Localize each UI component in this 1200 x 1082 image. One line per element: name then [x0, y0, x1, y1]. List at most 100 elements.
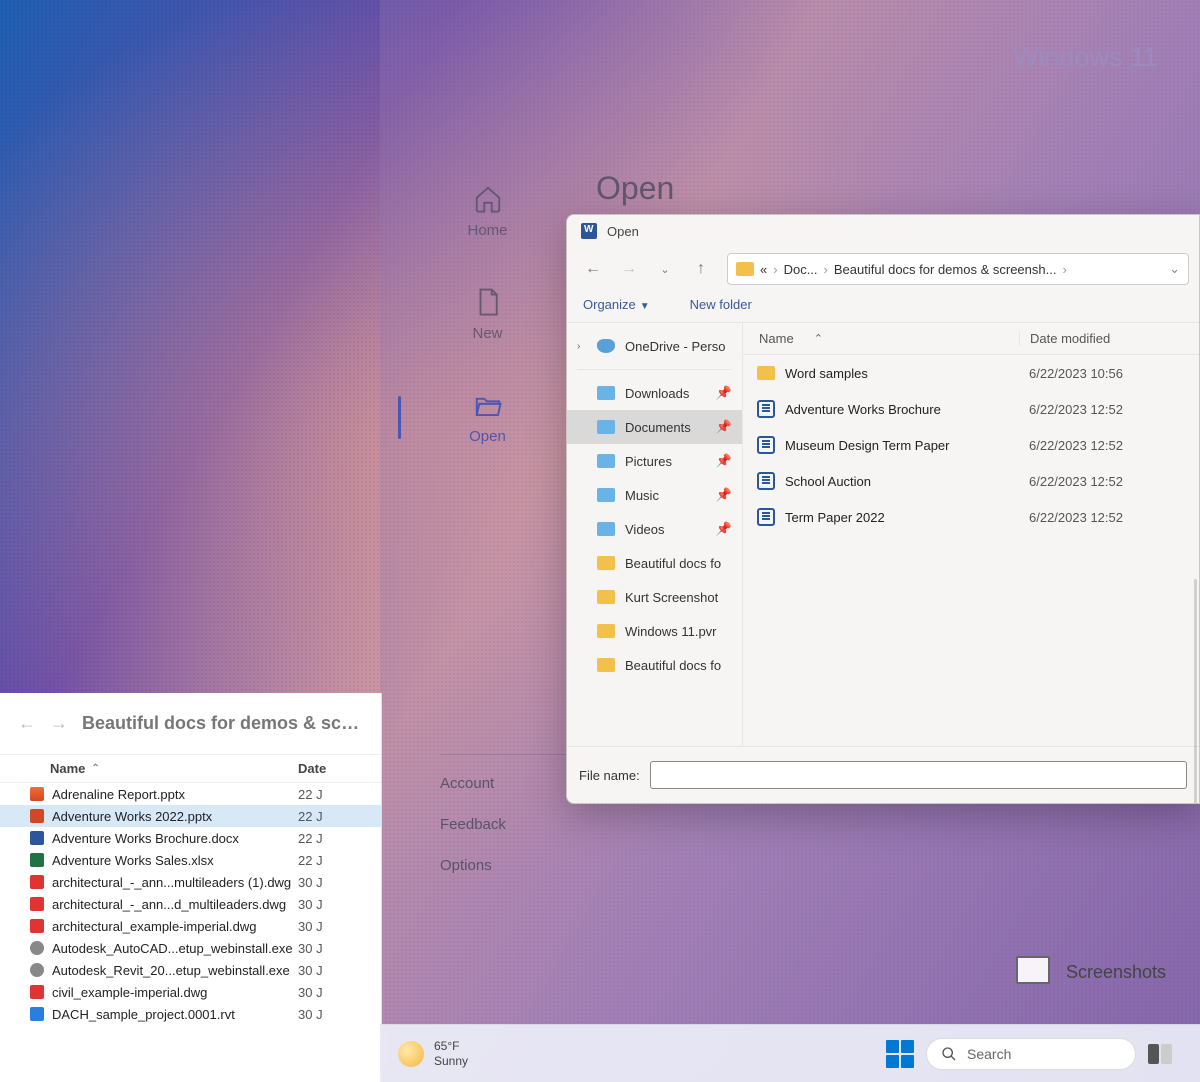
nav-up-button[interactable]: ↑: [685, 254, 717, 284]
file-row[interactable]: Adventure Works Brochure6/22/2023 12:52: [743, 391, 1199, 427]
file-row[interactable]: Autodesk_Revit_20...etup_webinstall.exe3…: [0, 959, 381, 981]
nav-forward-button[interactable]: →: [50, 713, 68, 734]
file-row[interactable]: Word samples6/22/2023 10:56: [743, 355, 1199, 391]
sidebar-folder-2[interactable]: Kurt Screenshot: [567, 580, 742, 614]
col-date[interactable]: Date modified: [1019, 331, 1199, 346]
nav-back-button[interactable]: ←: [18, 713, 36, 734]
file-row[interactable]: DACH_sample_project.0001.rvt 30 J: [0, 1003, 381, 1025]
pin-icon[interactable]: 📌: [716, 487, 732, 503]
sidebar-folder-1[interactable]: Beautiful docs fo: [567, 546, 742, 580]
file-name: architectural_example-imperial.dwg: [52, 919, 256, 934]
page-title: Open: [596, 170, 1200, 207]
file-date: 30 J: [292, 919, 381, 934]
nav-recent-button[interactable]: ⌄: [649, 254, 681, 284]
col-name[interactable]: Name: [50, 761, 85, 776]
nav-open[interactable]: Open: [410, 366, 565, 469]
nav-account[interactable]: Account: [440, 775, 570, 792]
file-date: 30 J: [292, 1007, 381, 1022]
file-date: 30 J: [292, 897, 381, 912]
folder-icon: [597, 658, 615, 672]
word-backstage-sidebar: Home New Open Account Feedback Options: [410, 160, 565, 1024]
chevron-right-icon: ›: [1062, 262, 1066, 277]
dialog-sidebar: › OneDrive - Perso Downloads 📌 Documents…: [567, 323, 743, 746]
documents-icon: [597, 420, 615, 434]
file-row[interactable]: Autodesk_AutoCAD...etup_webinstall.exe30…: [0, 937, 381, 959]
file-name: DACH_sample_project.0001.rvt: [52, 1007, 235, 1022]
bc-seg-1[interactable]: Doc...: [784, 262, 818, 277]
col-date[interactable]: Date: [292, 755, 381, 782]
sort-asc-icon[interactable]: ⌃: [91, 763, 99, 774]
sidebar-documents[interactable]: Documents 📌: [567, 410, 742, 444]
pptx2-icon: [30, 787, 44, 801]
file-name-input[interactable]: [650, 761, 1187, 789]
dwg-icon: [30, 875, 44, 889]
videos-icon: [597, 522, 615, 536]
file-name: civil_example-imperial.dwg: [52, 985, 207, 1000]
sidebar-folder-3[interactable]: Windows 11.pvr: [567, 614, 742, 648]
file-row[interactable]: Term Paper 20226/22/2023 12:52: [743, 499, 1199, 535]
sidebar-folder-4[interactable]: Beautiful docs fo: [567, 648, 742, 682]
chevron-down-icon[interactable]: ⌄: [1169, 261, 1180, 277]
task-view-button[interactable]: [1148, 1044, 1172, 1064]
file-name: architectural_-_ann...multileaders (1).d…: [52, 875, 291, 890]
file-row[interactable]: Adventure Works 2022.pptx22 J: [0, 805, 381, 827]
folder-icon: [736, 262, 754, 276]
word-icon: [757, 472, 775, 490]
organize-menu[interactable]: Organize▼: [583, 297, 650, 312]
dialog-titlebar[interactable]: Open: [567, 215, 1199, 247]
chevron-right-icon[interactable]: ›: [577, 341, 587, 352]
file-name: Autodesk_Revit_20...etup_webinstall.exe: [52, 963, 290, 978]
file-row[interactable]: Adventure Works Brochure.docx22 J: [0, 827, 381, 849]
sidebar-onedrive[interactable]: › OneDrive - Perso: [567, 329, 742, 363]
pin-icon[interactable]: 📌: [716, 521, 732, 537]
open-file-dialog: Open ← → ⌄ ↑ « › Doc... › Beautiful docs…: [566, 214, 1200, 804]
file-date: 30 J: [292, 875, 381, 890]
file-name: School Auction: [785, 474, 871, 489]
sidebar-videos[interactable]: Videos 📌: [567, 512, 742, 546]
taskbar: 65°F Sunny Search: [380, 1024, 1200, 1082]
nav-new[interactable]: New: [410, 263, 565, 366]
column-headers: Name ⌃ Date modified: [743, 323, 1199, 355]
bc-ellipsis: «: [760, 262, 767, 277]
taskbar-search[interactable]: Search: [926, 1038, 1136, 1070]
sidebar-downloads[interactable]: Downloads 📌: [567, 376, 742, 410]
file-row[interactable]: civil_example-imperial.dwg30 J: [0, 981, 381, 1003]
exe-icon: [30, 963, 44, 977]
pictures-icon: [597, 454, 615, 468]
chevron-right-icon: ›: [773, 262, 777, 277]
pin-icon[interactable]: 📌: [716, 385, 732, 401]
file-date: 6/22/2023 12:52: [1019, 510, 1199, 525]
xlsx-icon: [30, 853, 44, 867]
start-button[interactable]: [886, 1040, 914, 1068]
sidebar-pictures[interactable]: Pictures 📌: [567, 444, 742, 478]
word-icon: [757, 400, 775, 418]
new-folder-button[interactable]: New folder: [690, 297, 752, 312]
sidebar-music[interactable]: Music 📌: [567, 478, 742, 512]
home-icon: [473, 184, 503, 214]
breadcrumb[interactable]: « › Doc... › Beautiful docs for demos & …: [727, 253, 1189, 285]
folder-open-icon: [473, 390, 503, 420]
nav-options[interactable]: Options: [440, 857, 570, 874]
file-row[interactable]: architectural_example-imperial.dwg 30 J: [0, 915, 381, 937]
nav-feedback[interactable]: Feedback: [440, 816, 570, 833]
pin-icon[interactable]: 📌: [716, 419, 732, 435]
col-name[interactable]: Name: [759, 331, 794, 346]
file-row[interactable]: Museum Design Term Paper6/22/2023 12:52: [743, 427, 1199, 463]
file-row[interactable]: Adrenaline Report.pptx22 J: [0, 783, 381, 805]
nav-home[interactable]: Home: [410, 160, 565, 263]
pin-icon[interactable]: 📌: [716, 453, 732, 469]
file-row[interactable]: architectural_-_ann...multileaders (1).d…: [0, 871, 381, 893]
sort-asc-icon[interactable]: ⌃: [814, 332, 823, 345]
file-date: 22 J: [292, 809, 381, 824]
file-row[interactable]: School Auction6/22/2023 12:52: [743, 463, 1199, 499]
file-date: 6/22/2023 12:52: [1019, 402, 1199, 417]
location-screenshots[interactable]: Screenshots: [1020, 960, 1166, 984]
file-row[interactable]: Adventure Works Sales.xlsx22 J: [0, 849, 381, 871]
nav-back-button[interactable]: ←: [577, 254, 609, 284]
file-date: 22 J: [292, 787, 381, 802]
divider: [577, 369, 732, 370]
file-row[interactable]: architectural_-_ann...d_multileaders.dwg…: [0, 893, 381, 915]
weather-widget[interactable]: 65°F Sunny: [398, 1039, 468, 1068]
bc-seg-2[interactable]: Beautiful docs for demos & screensh...: [834, 262, 1057, 277]
nav-forward-button[interactable]: →: [613, 254, 645, 284]
